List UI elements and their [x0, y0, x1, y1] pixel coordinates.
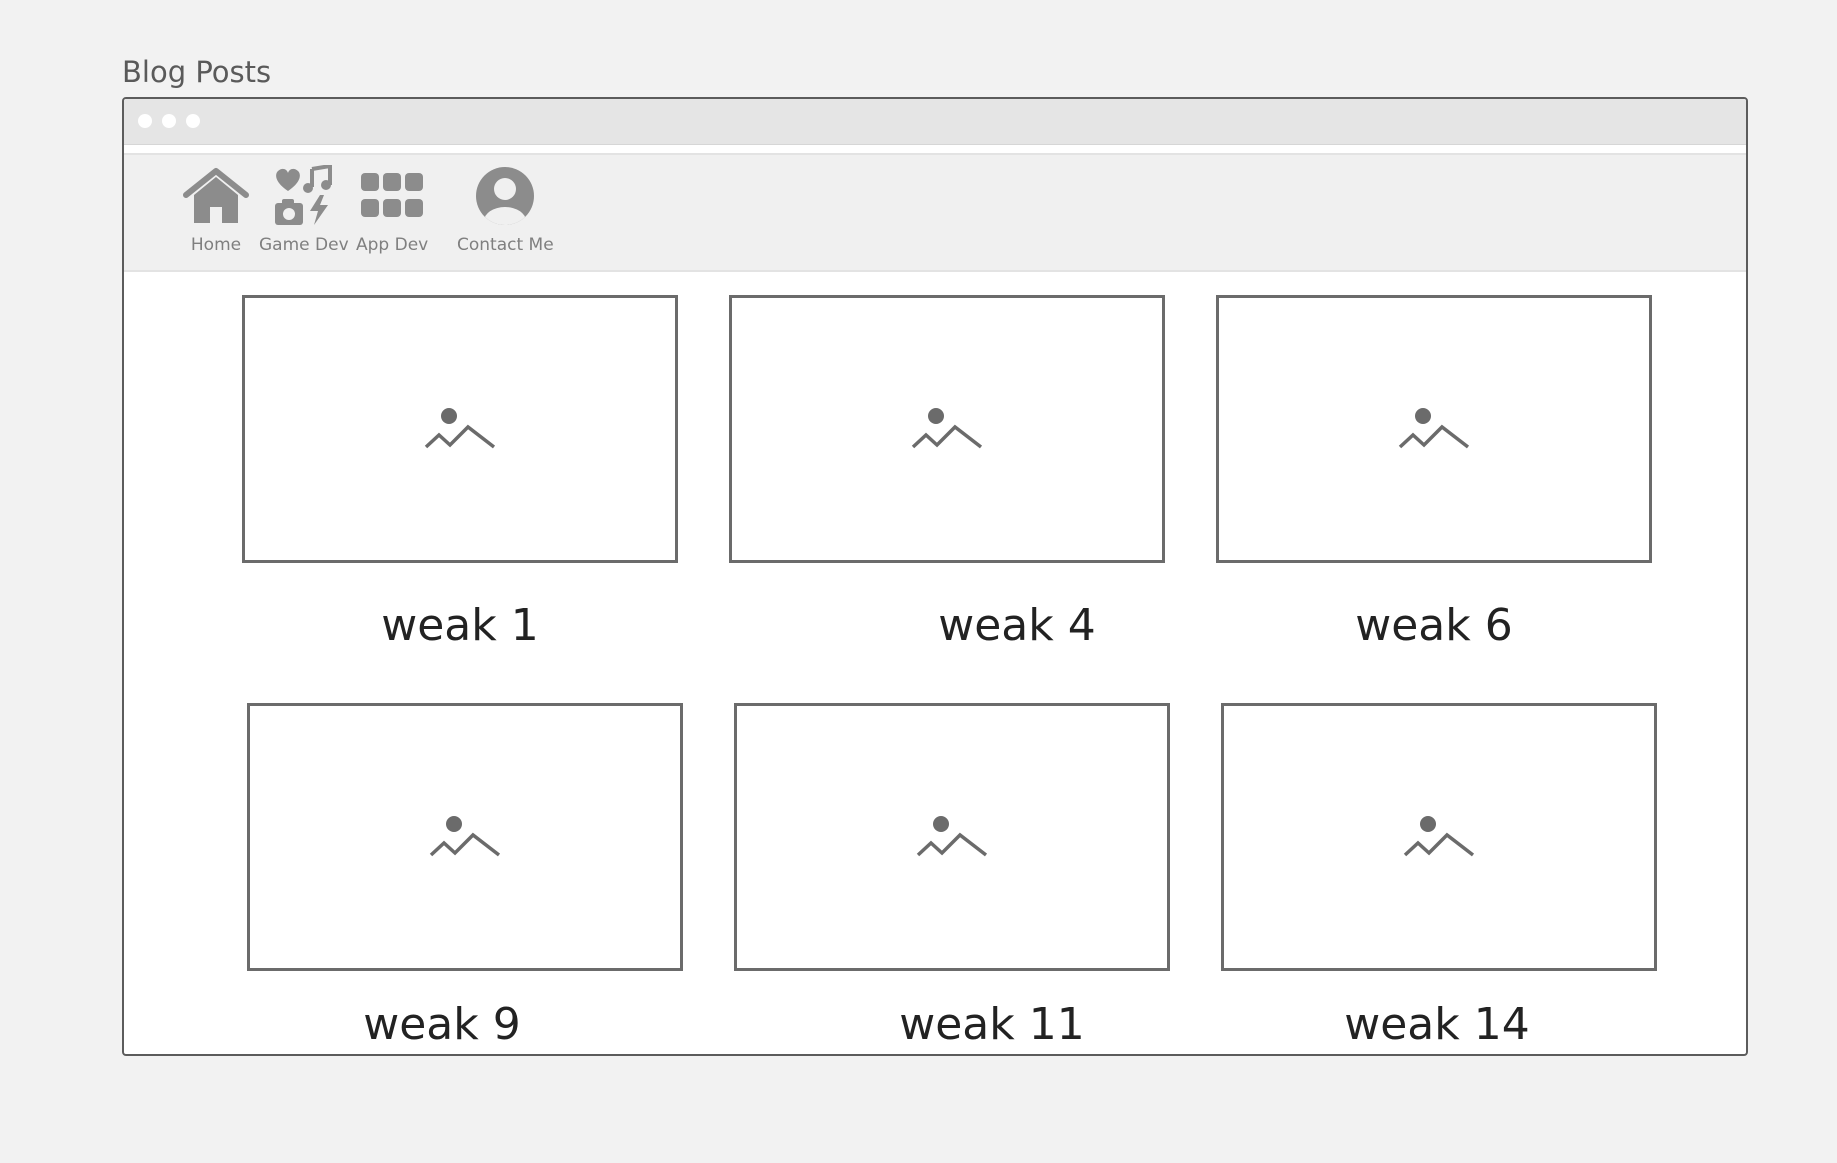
post-title[interactable]: weak 4: [799, 600, 1235, 651]
post-title[interactable]: weak 9: [224, 999, 660, 1050]
window-titlebar: [124, 99, 1746, 145]
image-placeholder-icon: [916, 816, 988, 857]
nav-label-contact-me: Contact Me: [457, 235, 554, 255]
nav-bar: Home Game Dev App Dev Contact Me: [124, 153, 1746, 272]
game-media-icon: [269, 163, 339, 229]
browser-window: Home Game Dev App Dev Contact Me weak 1 …: [122, 97, 1748, 1056]
post-card[interactable]: weak 14: [1221, 703, 1657, 1050]
post-thumbnail[interactable]: [729, 295, 1165, 563]
post-thumbnail[interactable]: [734, 703, 1170, 971]
post-card[interactable]: weak 6: [1216, 295, 1652, 651]
nav-item-game-dev[interactable]: Game Dev: [259, 163, 349, 255]
page-title: Blog Posts: [122, 55, 272, 89]
post-thumbnail[interactable]: [1221, 703, 1657, 971]
home-icon: [181, 163, 251, 229]
nav-label-app-dev: App Dev: [356, 235, 429, 255]
nav-item-contact-me[interactable]: Contact Me: [457, 163, 554, 255]
nav-label-game-dev: Game Dev: [259, 235, 349, 255]
image-placeholder-icon: [424, 408, 496, 449]
nav-label-home: Home: [190, 235, 242, 255]
post-card[interactable]: weak 1: [242, 295, 678, 651]
post-card[interactable]: weak 11: [734, 703, 1170, 1050]
post-title[interactable]: weak 6: [1216, 600, 1652, 651]
post-thumbnail[interactable]: [1216, 295, 1652, 563]
post-title[interactable]: weak 11: [774, 999, 1210, 1050]
window-dot-3[interactable]: [186, 114, 200, 128]
image-placeholder-icon: [1403, 816, 1475, 857]
nav-item-home[interactable]: Home: [181, 163, 251, 255]
post-thumbnail[interactable]: [242, 295, 678, 563]
image-placeholder-icon: [1398, 408, 1470, 449]
post-title[interactable]: weak 14: [1219, 999, 1655, 1050]
post-title[interactable]: weak 1: [242, 600, 678, 651]
window-dot-2[interactable]: [162, 114, 176, 128]
post-card[interactable]: weak 4: [729, 295, 1165, 651]
image-placeholder-icon: [429, 816, 501, 857]
post-thumbnail[interactable]: [247, 703, 683, 971]
nav-item-app-dev[interactable]: App Dev: [356, 163, 428, 255]
apps-grid-icon: [357, 163, 427, 229]
user-circle-icon: [470, 163, 540, 229]
window-dot-1[interactable]: [138, 114, 152, 128]
post-card[interactable]: weak 9: [247, 703, 683, 1050]
image-placeholder-icon: [911, 408, 983, 449]
